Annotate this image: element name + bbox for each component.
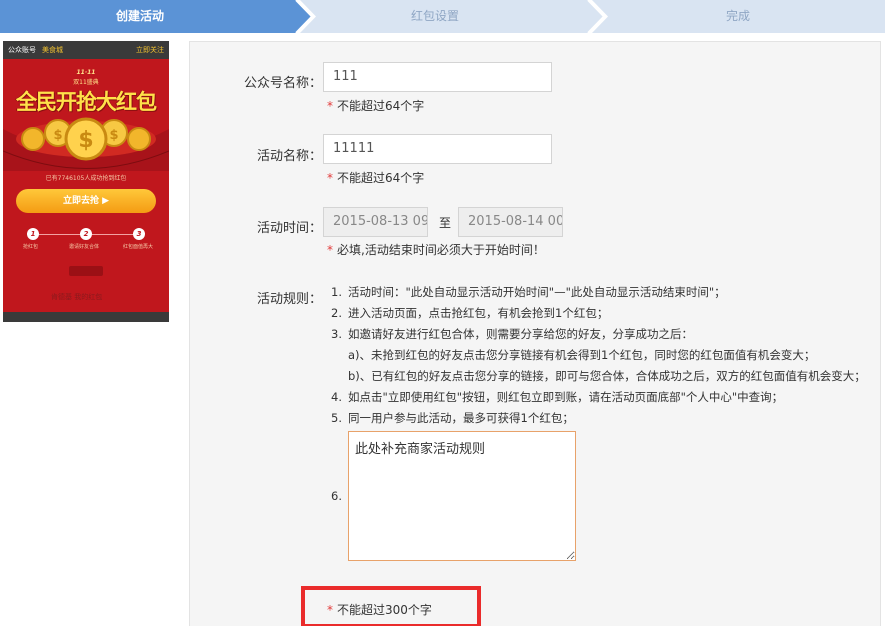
step-complete: 完成: [725, 9, 750, 23]
rule-item: 5. 同一用户参与此活动，最多可获得1个红包；: [331, 411, 574, 425]
preview-bottom-bar: [3, 312, 169, 322]
preview-step-label-2: 邀请好友合体: [69, 244, 100, 250]
rule-subitem: a)、未抢到红包的好友点击您分享链接有机会得到1个红包，同时您的红包面值有机会变…: [348, 348, 816, 362]
end-time-input[interactable]: 2015-08-14 00: [458, 207, 563, 237]
step-create-activity: 创建活动: [115, 9, 164, 23]
activity-name-hint-text: 不能超过64个字: [337, 171, 425, 185]
rule-item: 4. 如点击"立即使用红包"按钮，则红包立即到账，请在活动页面底部"个人中心"中查…: [331, 390, 784, 404]
required-star: *: [327, 243, 333, 257]
preview-mall-name: 美食城: [42, 46, 63, 54]
preview-step-label-1: 抢红包: [23, 244, 39, 250]
rule-item-custom: 6. 此处补充商家活动规则: [331, 431, 866, 561]
preview-step-label-3: 红包面值再大: [123, 244, 154, 250]
start-time-input[interactable]: 2015-08-13 09: [323, 207, 428, 237]
activity-rules-list: 1. 活动时间："此处自动显示活动开始时间"—"此处自动显示活动结束时间"； 2.…: [331, 282, 866, 561]
preview-steps: 1 2 3 抢红包 邀请好友合体 红包面值再大: [23, 226, 153, 256]
svg-text:$: $: [78, 128, 93, 153]
preview-account-label: 公众账号: [8, 46, 36, 54]
time-separator: 至: [439, 216, 452, 230]
preview-grab-button: 立即去抢 ▶: [16, 189, 156, 213]
activity-name-input[interactable]: 11111: [323, 134, 552, 164]
activity-rules-label: 活动规则：: [256, 292, 322, 307]
activity-time-label: 活动时间：: [256, 221, 322, 236]
step-redpacket-settings: 红包设置: [410, 9, 459, 23]
preview-participant-count: 已有7746105人成功抢到红包: [45, 175, 127, 182]
account-name-input[interactable]: 111: [323, 62, 552, 92]
custom-rules-textarea[interactable]: 此处补充商家活动规则: [348, 431, 576, 561]
account-name-label: 公众号名称：: [243, 76, 322, 91]
rule-item: 1. 活动时间："此处自动显示活动开始时间"—"此处自动显示活动结束时间"；: [331, 285, 726, 299]
required-star: *: [327, 171, 333, 185]
svg-text:$: $: [109, 128, 118, 143]
mobile-preview: 公众账号 美食城 立即关注 11·11 双11盛典 全民开抢大红包 $ $ $ …: [3, 41, 169, 322]
account-name-hint-text: 不能超过64个字: [337, 99, 425, 113]
preview-badge-date: 11·11: [76, 69, 96, 76]
red-packet-coins-illustration: $ $ $: [3, 117, 169, 171]
preview-step-dot-1: 1: [27, 228, 39, 240]
svg-text:$: $: [53, 128, 62, 143]
preview-step-dot-3: 3: [133, 228, 145, 240]
highlight-box: [301, 586, 481, 626]
preview-header: 公众账号 美食城 立即关注: [3, 41, 169, 59]
activity-name-hint: * 不能超过64个字: [327, 169, 424, 186]
activity-time-hint: * 必填,活动结束时间必须大于开始时间！: [327, 241, 545, 258]
preview-follow-link: 立即关注: [136, 46, 164, 54]
rule-subitem: b)、已有红包的好友点击您分享的链接，即可与您合体，合体成功之后，双方的红包面值…: [348, 369, 866, 383]
step-progress-bar: 创建活动 红包设置 完成: [0, 0, 885, 33]
activity-form: 公众号名称： 111 * 不能超过64个字 活动名称： 11111 * 不能超过64…: [189, 41, 881, 626]
activity-time-hint-text: 必填,活动结束时间必须大于开始时间！: [337, 243, 545, 257]
activity-name-label: 活动名称：: [256, 149, 322, 164]
preview-footer: 肯德基 我的红包: [51, 293, 103, 301]
preview-badge-text: 双11盛典: [73, 79, 99, 86]
preview-step-dot-2: 2: [80, 228, 92, 240]
rule-item: 2. 进入活动页面，点击抢红包，有机会抢到1个红包；: [331, 306, 609, 320]
required-star: *: [327, 99, 333, 113]
account-name-hint: * 不能超过64个字: [327, 97, 424, 114]
preview-rules-button: [69, 266, 103, 276]
rule-item: 3. 如邀请好友进行红包合体，则需要分享给您的好友，分享成功之后：: [331, 327, 693, 341]
rule-custom-number: 6.: [331, 488, 342, 503]
